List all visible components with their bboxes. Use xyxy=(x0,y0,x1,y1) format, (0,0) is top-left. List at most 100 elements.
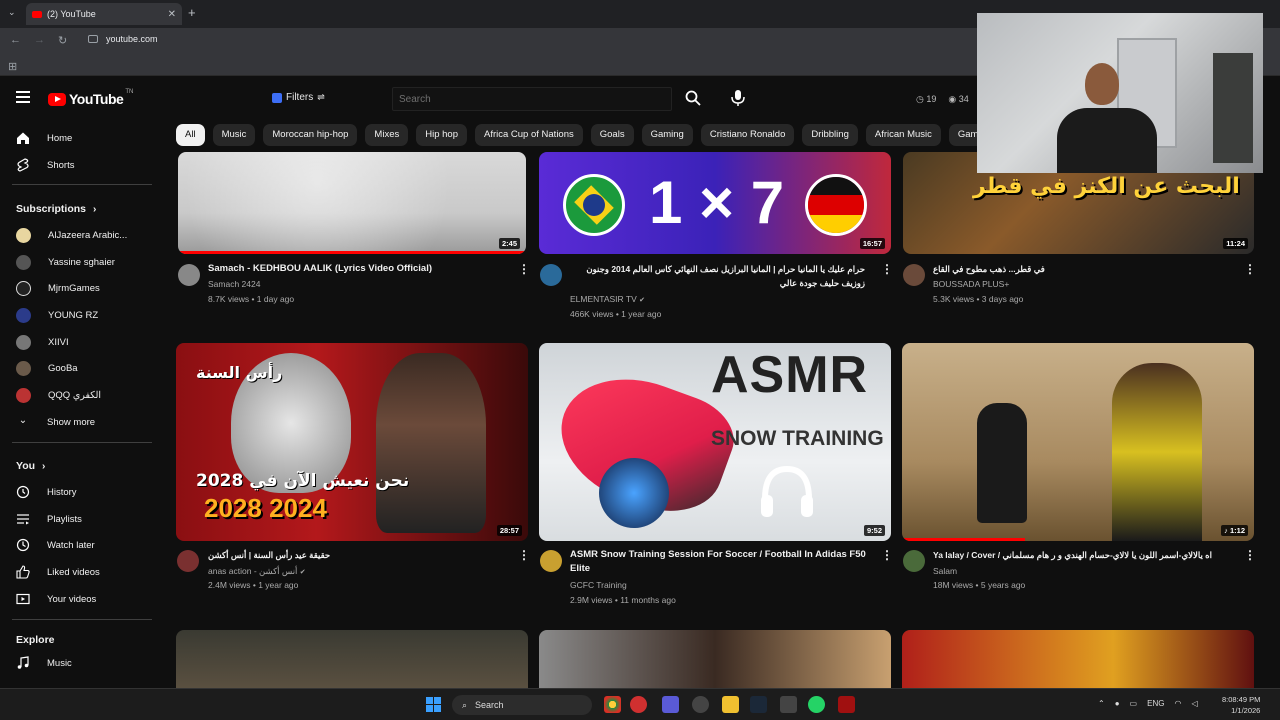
sidebar-sub-xiivi[interactable]: XIIVI xyxy=(16,331,69,353)
whatsapp-icon[interactable] xyxy=(808,696,825,713)
video-thumbnail[interactable]: رأس السنة نحن نعيش الآن في 2028 2028 202… xyxy=(176,343,528,541)
channel-avatar[interactable] xyxy=(903,264,925,286)
video-thumbnail[interactable]: 1 × 7 16:57 xyxy=(539,152,891,254)
channel-avatar[interactable] xyxy=(177,550,199,572)
volume-icon[interactable]: ◁ xyxy=(1191,699,1197,708)
search-icon[interactable] xyxy=(684,89,702,107)
sidebar-item-watch-later[interactable]: Watch later xyxy=(16,534,95,556)
channel-avatar[interactable] xyxy=(178,264,200,286)
sidebar-item-liked-videos[interactable]: Liked videos xyxy=(16,561,100,583)
channel-avatar[interactable] xyxy=(540,264,562,286)
chip-africa-cup[interactable]: Africa Cup of Nations xyxy=(474,124,583,146)
reload-icon[interactable]: ↻ xyxy=(58,34,67,47)
chip-african-music[interactable]: African Music xyxy=(865,124,941,146)
app-icon[interactable] xyxy=(838,696,855,713)
site-info-icon[interactable] xyxy=(88,35,98,43)
taskbar-clock[interactable]: 8:08:49 PM 1/1/2026 xyxy=(1222,694,1260,716)
channel-name[interactable]: ELMENTASIR TV ✔ xyxy=(570,294,645,304)
video-title[interactable]: Ya lalay / Cover / اه يالالاي-اسمر اللون… xyxy=(933,548,1223,562)
chip-music[interactable]: Music xyxy=(212,124,256,146)
channel-name[interactable]: anas action - أنس أكشن ✔ xyxy=(208,566,306,577)
clock-counter-icon[interactable]: ◷ 19 xyxy=(916,94,936,105)
microphone-icon[interactable] xyxy=(729,88,747,108)
search-input[interactable]: Search xyxy=(392,87,672,111)
chip-mixes[interactable]: Mixes xyxy=(365,124,409,146)
url-field[interactable]: youtube.com xyxy=(88,34,158,44)
sidebar-item-home[interactable]: Home xyxy=(16,127,72,149)
sidebar-sub-mjrmgames[interactable]: MjrmGames xyxy=(16,277,100,299)
sidebar-item-shorts[interactable]: Shorts xyxy=(16,154,74,176)
sidebar-item-music[interactable]: Music xyxy=(16,652,72,674)
chip-dribbling[interactable]: Dribbling xyxy=(802,124,858,146)
more-options-icon[interactable]: ⋮ xyxy=(1244,262,1256,276)
discord-icon[interactable] xyxy=(662,696,679,713)
chip-hip-hop[interactable]: Hip hop xyxy=(416,124,467,146)
forward-icon[interactable]: → xyxy=(34,34,45,46)
chip-moroccan-hip-hop[interactable]: Moroccan hip-hop xyxy=(263,124,358,146)
app-icon[interactable] xyxy=(630,696,647,713)
channel-name[interactable]: Salam xyxy=(933,566,957,576)
video-thumbnail[interactable]: 2:45 xyxy=(178,152,526,254)
steam-icon[interactable] xyxy=(750,696,767,713)
chip-goals[interactable]: Goals xyxy=(590,124,634,146)
app-icon[interactable] xyxy=(780,696,797,713)
chevron-right-icon: › xyxy=(41,461,46,472)
you-header[interactable]: You › xyxy=(16,460,45,472)
new-tab-button[interactable]: + xyxy=(188,5,196,20)
microphone-tray-icon[interactable]: ● xyxy=(1115,699,1120,708)
video-thumbnail[interactable]: ♪ 1:12 xyxy=(902,343,1254,541)
youtube-logo[interactable]: YouTube TN xyxy=(48,89,133,107)
sidebar-sub-qqq[interactable]: QQQ الكفري xyxy=(16,384,101,406)
eye-counter-icon[interactable]: ◉ 34 xyxy=(948,94,968,105)
channel-avatar[interactable] xyxy=(540,550,562,572)
apps-grid-icon[interactable]: ⊞ xyxy=(8,60,17,73)
video-title[interactable]: حرام عليك يا المانيا حرام | المانيا البر… xyxy=(570,262,865,290)
video-thumbnail[interactable]: ASMR SNOW TRAINING 9:52 xyxy=(539,343,891,541)
tab-search-chevron-icon[interactable]: ⌄ xyxy=(8,7,16,18)
file-explorer-icon[interactable] xyxy=(722,696,739,713)
chevron-up-icon[interactable]: ⌃ xyxy=(1098,699,1105,708)
video-thumbnail[interactable] xyxy=(902,630,1254,688)
sidebar-sub-yassine[interactable]: Yassine sghaier xyxy=(16,251,115,273)
home-icon xyxy=(17,132,29,144)
video-title[interactable]: في قطر... ذهب مطوح في القاع xyxy=(933,262,1133,276)
more-options-icon[interactable]: ⋮ xyxy=(881,548,893,562)
browser-tab-youtube[interactable]: (2) YouTube ✕ xyxy=(26,3,182,25)
sidebar-item-playlists[interactable]: Playlists xyxy=(16,508,82,530)
channel-name[interactable]: Samach 2424 xyxy=(208,279,260,289)
taskbar-search[interactable]: ⌕ Search xyxy=(452,695,592,715)
verified-icon: ✔ xyxy=(639,297,646,304)
channel-avatar[interactable] xyxy=(903,550,925,572)
sidebar-item-your-videos[interactable]: Your videos xyxy=(16,588,96,610)
video-thumbnail[interactable] xyxy=(539,630,891,688)
video-title[interactable]: Samach - KEDHBOU AALIK (Lyrics Video Off… xyxy=(208,262,508,276)
video-title[interactable]: ASMR Snow Training Session For Soccer / … xyxy=(570,548,870,576)
subscriptions-header[interactable]: Subscriptions › xyxy=(16,203,96,215)
more-options-icon[interactable]: ⋮ xyxy=(518,548,530,562)
chrome-icon[interactable] xyxy=(604,696,621,713)
back-icon[interactable]: ← xyxy=(10,34,21,46)
windows-start-icon[interactable] xyxy=(426,697,441,712)
chip-all[interactable]: All xyxy=(176,124,205,146)
sidebar-item-history[interactable]: History xyxy=(16,481,77,503)
channel-name[interactable]: GCFC Training xyxy=(570,580,627,590)
show-more-button[interactable]: ⌄ Show more xyxy=(16,411,95,433)
sidebar-sub-gooba[interactable]: GooBa xyxy=(16,357,78,379)
sidebar-sub-young-rz[interactable]: YOUNG RZ xyxy=(16,304,98,326)
app-icon[interactable] xyxy=(692,696,709,713)
channel-name[interactable]: BOUSSADA PLUS+ xyxy=(933,279,1009,289)
language-indicator[interactable]: ENG xyxy=(1147,699,1164,708)
more-options-icon[interactable]: ⋮ xyxy=(1244,548,1256,562)
sidebar-sub-aljazeera[interactable]: AlJazeera Arabic... xyxy=(16,224,127,246)
video-title[interactable]: حقيقة عيد رأس السنة | أنس أكشن xyxy=(208,548,508,562)
wifi-icon[interactable]: ◠ xyxy=(1174,699,1181,708)
chip-gaming[interactable]: Gaming xyxy=(641,124,693,146)
more-options-icon[interactable]: ⋮ xyxy=(518,262,530,276)
more-options-icon[interactable]: ⋮ xyxy=(881,262,893,276)
filters-button[interactable]: Filters ⇌ xyxy=(272,92,325,103)
keyboard-icon[interactable]: ▭ xyxy=(1130,699,1138,708)
chip-cristiano-ronaldo[interactable]: Cristiano Ronaldo xyxy=(700,124,795,146)
menu-icon[interactable] xyxy=(16,91,30,103)
close-tab-icon[interactable]: ✕ xyxy=(168,9,176,20)
video-thumbnail[interactable] xyxy=(176,630,528,688)
